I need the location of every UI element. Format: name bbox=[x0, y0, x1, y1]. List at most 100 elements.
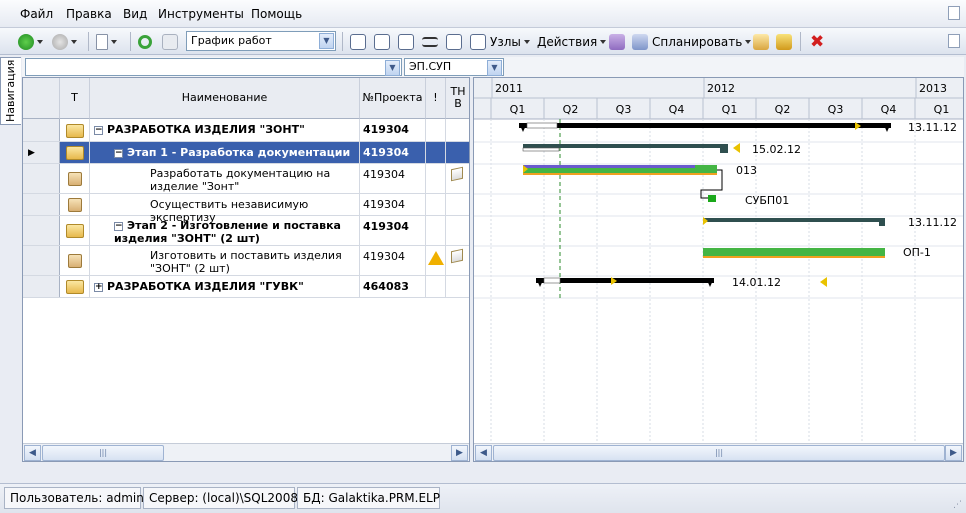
row-header[interactable] bbox=[23, 246, 60, 275]
warning-cell bbox=[426, 164, 446, 193]
chart-scroll-thumb[interactable]: ||| bbox=[493, 445, 945, 461]
type-cell bbox=[60, 194, 90, 215]
warning-cell bbox=[426, 216, 446, 245]
zoom-in-icon bbox=[350, 33, 366, 50]
column-header-project[interactable]: №Проекта bbox=[360, 78, 426, 119]
menu-view[interactable]: Вид bbox=[123, 7, 147, 21]
project-cell: 419304 bbox=[360, 246, 426, 275]
calendar-button[interactable] bbox=[446, 32, 462, 51]
refresh-button[interactable] bbox=[138, 32, 152, 51]
project-cell: 419304 bbox=[360, 119, 426, 141]
stage2-bar bbox=[703, 218, 885, 222]
settings-icon bbox=[776, 33, 792, 50]
name-cell[interactable]: − Этап 1 - Разработка документации bbox=[90, 142, 360, 163]
settings-button[interactable] bbox=[776, 32, 792, 51]
deadline-marker bbox=[733, 143, 740, 153]
gantt-canvas[interactable]: 2011 2012 2013 Q1 Q2 Q3 Q4 Q1 Q2 Q3 Q4 Q1 13.11.12 15… bbox=[474, 78, 963, 442]
export-button[interactable] bbox=[609, 32, 625, 51]
collapse-icon[interactable]: − bbox=[94, 125, 103, 135]
report-button[interactable] bbox=[753, 32, 769, 51]
table-row[interactable]: ▶ − Этап 1 - Разработка документации 419304 bbox=[23, 142, 469, 164]
navigation-tab[interactable]: Навигация bbox=[0, 57, 21, 125]
chart-horizontal-scrollbar[interactable]: ◀ ||| ▶ bbox=[474, 443, 963, 461]
task-name: РАЗРАБОТКА ИЗДЕЛИЯ "ГУВК" bbox=[107, 280, 304, 293]
project-cell: 419304 bbox=[360, 216, 426, 245]
project-cell: 419304 bbox=[360, 142, 426, 163]
table-row[interactable]: Осуществить независимую экспертизу 419304 bbox=[23, 194, 469, 224]
menu-edit[interactable]: Правка bbox=[66, 7, 112, 21]
column-header-name[interactable]: Наименование bbox=[90, 78, 360, 119]
table-row[interactable]: + РАЗРАБОТКА ИЗДЕЛИЯ "ГУВК" 464083 bbox=[23, 276, 469, 298]
zoom-in-button[interactable] bbox=[350, 32, 366, 51]
menu-tools[interactable]: Инструменты bbox=[158, 7, 244, 21]
tnv-cell bbox=[446, 216, 469, 245]
collapse-icon[interactable]: − bbox=[114, 221, 123, 231]
filter-left-combo[interactable]: ▼ bbox=[25, 58, 402, 76]
row-header[interactable] bbox=[23, 119, 60, 141]
summary-bar-guvk bbox=[536, 278, 714, 283]
back-button[interactable] bbox=[18, 32, 43, 51]
name-cell[interactable]: − РАЗРАБОТКА ИЗДЕЛИЯ "ЗОНТ" bbox=[90, 119, 360, 141]
chevron-down-icon[interactable]: ▼ bbox=[319, 33, 334, 49]
scroll-left-icon[interactable]: ◀ bbox=[475, 445, 492, 461]
table-row[interactable]: − Этап 2 - Изготовление и поставка издели… bbox=[23, 216, 469, 246]
type-cell bbox=[60, 216, 90, 245]
nodes-button[interactable]: Узлы bbox=[470, 32, 530, 51]
row-header[interactable] bbox=[23, 276, 60, 297]
filter-right-combo[interactable]: ЭП.СУП ▼ bbox=[404, 58, 504, 76]
project-cell: 464083 bbox=[360, 276, 426, 297]
type-cell bbox=[60, 142, 90, 163]
chevron-down-icon[interactable]: ▼ bbox=[487, 60, 502, 76]
column-header-tnv[interactable]: ТН В bbox=[446, 78, 469, 119]
name-cell[interactable]: Осуществить независимую экспертизу bbox=[90, 194, 360, 224]
collapse-icon[interactable]: − bbox=[114, 148, 123, 158]
row-header[interactable] bbox=[23, 194, 60, 215]
scroll-right-icon[interactable]: ▶ bbox=[945, 445, 962, 461]
actions-button[interactable]: Действия bbox=[537, 32, 607, 51]
scroll-right-icon[interactable]: ▶ bbox=[451, 445, 468, 461]
folder-icon bbox=[66, 124, 84, 138]
column-header-warning[interactable]: ! bbox=[426, 78, 446, 119]
status-server: Сервер: (local)\SQL2008 bbox=[143, 487, 298, 509]
toolbar-options-icon[interactable] bbox=[948, 34, 960, 48]
expand-icon[interactable]: + bbox=[94, 282, 103, 292]
row-header[interactable]: ▶ bbox=[23, 142, 60, 163]
stage2-end bbox=[879, 218, 885, 226]
task-grid: Т Наименование №Проекта ! ТН В − РАЗРАБОТ… bbox=[22, 77, 470, 462]
chevron-down-icon[interactable]: ▼ bbox=[385, 60, 400, 76]
grid-scroll-thumb[interactable]: ||| bbox=[42, 445, 164, 461]
fit-width-icon bbox=[398, 33, 414, 50]
copy-button[interactable] bbox=[162, 32, 178, 51]
table-row[interactable]: Разработать документацию на изделие "Зон… bbox=[23, 164, 469, 194]
table-row[interactable]: − РАЗРАБОТКА ИЗДЕЛИЯ "ЗОНТ" 419304 bbox=[23, 119, 469, 142]
gantt-chart: 2011 2012 2013 Q1 Q2 Q3 Q4 Q1 Q2 Q3 Q4 Q1 13.11.12 15… bbox=[473, 77, 964, 462]
task-person-icon bbox=[68, 198, 82, 212]
new-document-button[interactable] bbox=[96, 32, 117, 51]
row-header[interactable] bbox=[23, 164, 60, 193]
warning-cell bbox=[426, 246, 446, 275]
warning-cell bbox=[426, 119, 446, 141]
menu-close-icon[interactable] bbox=[948, 6, 960, 20]
name-cell[interactable]: − Этап 2 - Изготовление и поставка издели… bbox=[90, 216, 360, 245]
align-button[interactable] bbox=[422, 32, 438, 51]
task-name: Этап 2 - Изготовление и поставка изделия… bbox=[114, 219, 341, 245]
zoom-out-button[interactable] bbox=[374, 32, 390, 51]
scroll-left-icon[interactable]: ◀ bbox=[24, 445, 41, 461]
forward-button[interactable] bbox=[52, 32, 77, 51]
delete-button[interactable]: ✖ bbox=[810, 32, 824, 51]
menu-file[interactable]: Файл bbox=[20, 7, 53, 21]
name-cell[interactable]: + РАЗРАБОТКА ИЗДЕЛИЯ "ГУВК" bbox=[90, 276, 360, 297]
name-cell[interactable]: Разработать документацию на изделие "Зон… bbox=[90, 164, 360, 193]
grid-horizontal-scrollbar[interactable]: ◀ ||| ▶ bbox=[23, 443, 469, 461]
name-cell[interactable]: Изготовить и поставить изделия "ЗОНТ" (2… bbox=[90, 246, 360, 275]
tnv-cell bbox=[446, 142, 469, 163]
column-header-type[interactable]: Т bbox=[60, 78, 90, 119]
filter-right-value: ЭП.СУП bbox=[409, 60, 452, 73]
fit-width-button[interactable] bbox=[398, 32, 414, 51]
resize-grip-icon[interactable]: ⋰ bbox=[953, 500, 962, 510]
plan-button[interactable]: Спланировать bbox=[632, 32, 752, 51]
table-row[interactable]: Изготовить и поставить изделия "ЗОНТ" (2… bbox=[23, 246, 469, 276]
view-select[interactable]: График работ ▼ bbox=[186, 31, 336, 51]
row-header[interactable] bbox=[23, 216, 60, 245]
menu-help[interactable]: Помощь bbox=[251, 7, 302, 21]
